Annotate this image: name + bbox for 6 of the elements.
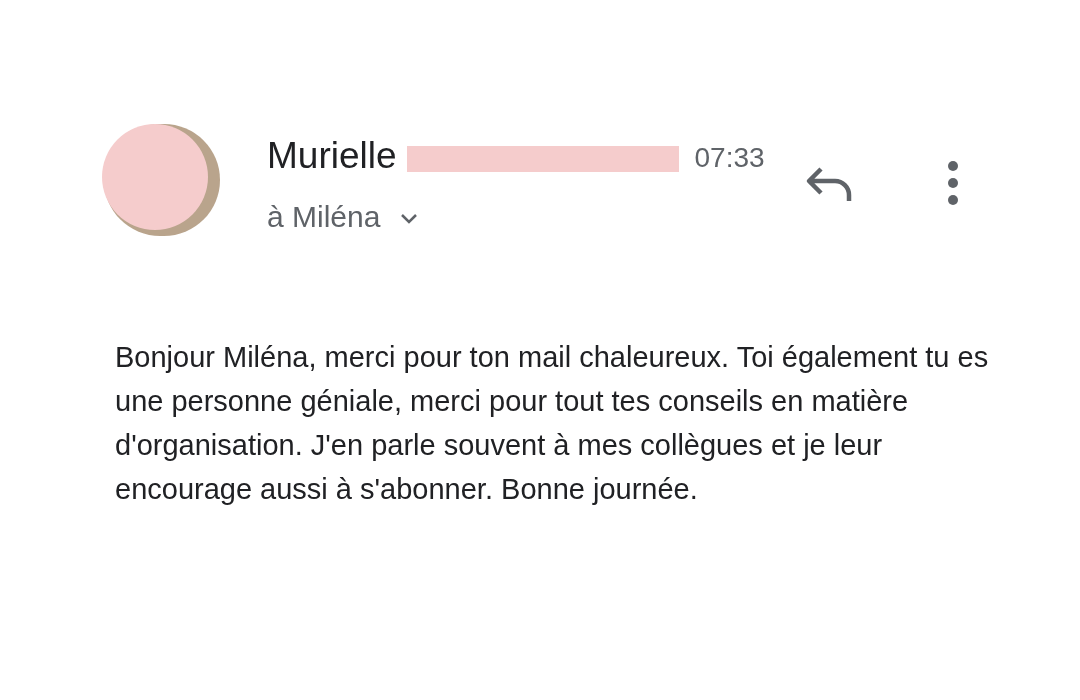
- time-label: 07:33: [694, 140, 765, 175]
- sender-name: Murielle: [267, 134, 397, 178]
- chevron-down-icon: [400, 213, 419, 225]
- message-body: Bonjour Miléna, merci pour ton mail chaleureux. Toi également tu es une personne géniale, merci pour tout tes conseils en matière d'organisation. J'en parle souvent à mes collègues et je leur encourage aussi à s'abonner. Bonne journée.: [115, 339, 990, 507]
- recipient-toggle[interactable]: à Miléna: [267, 193, 765, 239]
- more-icon: [945, 160, 960, 206]
